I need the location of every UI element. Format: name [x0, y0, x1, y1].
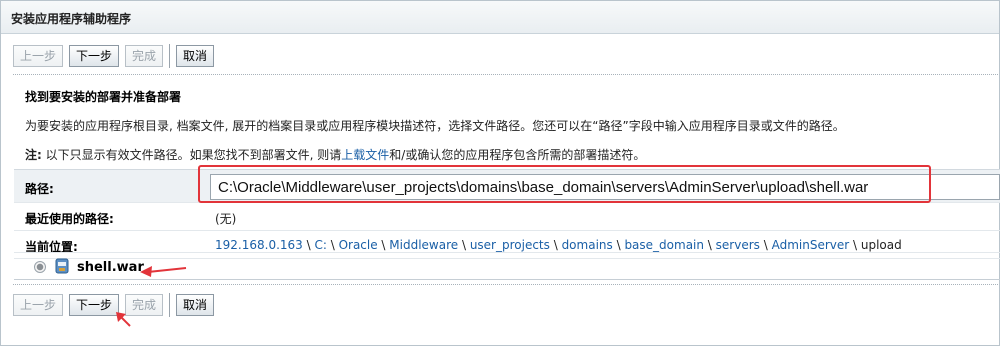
breadcrumb-separator: \ [612, 238, 625, 252]
breadcrumb-separator: \ [703, 238, 716, 252]
divider [13, 284, 998, 285]
divider [13, 74, 998, 75]
path-label: 路径: [25, 182, 54, 196]
recent-path-row: 最近使用的路径: (无) [14, 203, 1000, 231]
breadcrumb-separator: \ [549, 238, 562, 252]
section-heading: 找到要安装的部署并准备部署 [25, 90, 182, 104]
breadcrumb-item[interactable]: 192.168.0.163 [215, 238, 303, 252]
annotation-arrow-icon [116, 312, 131, 327]
note-text: 注: 以下只显示有效文件路径。如果您找不到部署文件, 则请上载文件和/或确认您的… [25, 146, 645, 163]
section-description: 为要安装的应用程序根目录, 档案文件, 展开的档案目录或应用程序模块描述符，选择… [25, 119, 845, 133]
breadcrumb-separator: \ [302, 238, 315, 252]
note-text-after: 和/或确认您的应用程序包含所需的部署描述符。 [389, 148, 646, 162]
top-button-bar: 上一步 下一步 完成 取消 [13, 43, 220, 69]
cancel-button[interactable]: 取消 [176, 45, 215, 67]
finish-button[interactable]: 完成 [125, 45, 164, 67]
breadcrumb-item[interactable]: Oracle [339, 238, 378, 252]
annotation-arrow-icon [140, 266, 187, 277]
file-radio-button[interactable] [34, 261, 46, 273]
upload-files-link[interactable]: 上载文件 [341, 148, 389, 162]
breadcrumb-item[interactable]: Middleware [389, 238, 458, 252]
note-label: 注: [25, 148, 42, 162]
breadcrumb-separator: \ [377, 238, 390, 252]
breadcrumb-item[interactable]: servers [716, 238, 760, 252]
back-button[interactable]: 上一步 [13, 294, 64, 316]
toolbar-divider [169, 44, 171, 68]
recent-path-label: 最近使用的路径: [25, 212, 114, 226]
breadcrumb: 192.168.0.163 \ C: \ Oracle \ Middleware… [215, 238, 902, 252]
note-text-before: 以下只显示有效文件路径。如果您找不到部署文件, 则请 [41, 148, 342, 162]
file-name[interactable]: shell.war [77, 260, 144, 275]
breadcrumb-item[interactable]: base_domain [624, 238, 704, 252]
breadcrumb-separator: \ [849, 238, 861, 252]
window-title: 安装应用程序辅助程序 [1, 1, 999, 34]
breadcrumb-item[interactable]: C: [314, 238, 326, 252]
breadcrumb-separator: \ [458, 238, 470, 252]
breadcrumb-item[interactable]: user_projects [470, 238, 550, 252]
breadcrumb-current: upload [860, 238, 902, 252]
next-button[interactable]: 下一步 [69, 45, 120, 67]
cancel-button[interactable]: 取消 [176, 294, 215, 316]
next-button[interactable]: 下一步 [69, 294, 120, 316]
breadcrumb-separator: \ [759, 238, 772, 252]
archive-file-icon [55, 258, 69, 274]
recent-path-value: (无) [215, 212, 237, 226]
breadcrumb-item[interactable]: AdminServer [772, 238, 850, 252]
breadcrumb-item[interactable]: domains [562, 238, 613, 252]
path-highlight-box [198, 165, 931, 203]
back-button[interactable]: 上一步 [13, 45, 64, 67]
breadcrumb-separator: \ [326, 238, 339, 252]
toolbar-divider [169, 293, 171, 317]
